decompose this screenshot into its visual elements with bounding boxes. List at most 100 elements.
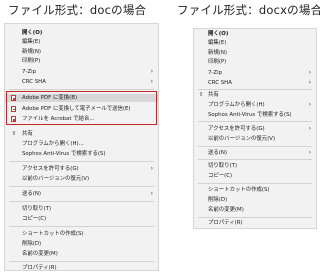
menu-item-edit[interactable]: 編集(E) [194, 39, 316, 47]
menu-item-open[interactable]: 開く(O) [194, 30, 316, 38]
menu-item-label: 編集(E) [22, 39, 41, 45]
menu-item-print[interactable]: 印刷(P) [5, 57, 158, 65]
menu-item-new[interactable]: 新規(N) [5, 48, 158, 56]
menu-item-label: プロパティ(R) [208, 220, 243, 226]
menu-separator [198, 158, 312, 160]
menu-item-label: 開く(O) [22, 30, 43, 36]
menu-item-give-access[interactable]: アクセスを許可する(G) › [194, 125, 316, 133]
chevron-right-icon: › [308, 79, 311, 86]
menu-item-new[interactable]: 新規(N) [194, 49, 316, 57]
menu-item-label: 名前の変更(M) [208, 207, 244, 213]
menu-item-copy[interactable]: コピー(C) [194, 172, 316, 180]
menu-item-label: 以前のバージョンの復元(V) [22, 176, 90, 182]
menu-item-label: 新規(N) [208, 49, 228, 56]
chevron-right-icon: › [150, 77, 153, 85]
menu-item-print[interactable]: 印刷(P) [194, 58, 316, 66]
menu-item-edit[interactable]: 編集(E) [5, 38, 158, 46]
chevron-right-icon: › [308, 148, 311, 156]
menu-item-rename[interactable]: 名前の変更(M) [194, 206, 316, 214]
menu-item-share[interactable]: ⇧ 共有 [194, 91, 316, 99]
chevron-right-icon: › [150, 67, 153, 75]
menu-item-combine-acrobat[interactable]: ファイルを Acrobat で結合... [5, 115, 158, 123]
menu-item-label: アクセスを許可する(G) [22, 166, 79, 172]
menu-item-label: 送る(N) [208, 149, 228, 156]
menu-item-label: 削除(D) [208, 197, 228, 203]
pdf-icon [11, 105, 16, 112]
menu-item-label: 7-Zip [22, 68, 36, 75]
menu-item-create-shortcut[interactable]: ショートカットの作成(S) [5, 230, 158, 238]
share-icon: ⇧ [11, 131, 17, 137]
chevron-right-icon: › [150, 165, 153, 172]
menu-item-crc-sha[interactable]: CRC SHA › [194, 79, 316, 87]
chevron-right-icon: › [308, 100, 311, 108]
menu-item-label: 以前のバージョンの復元(V) [208, 136, 276, 142]
menu-item-label: コピー(C) [208, 173, 233, 179]
menu-item-properties[interactable]: プロパティ(R) [5, 264, 158, 272]
menu-item-label: 印刷(P) [208, 58, 227, 65]
menu-item-label: 開く(O) [208, 31, 229, 37]
menu-item-crc-sha[interactable]: CRC SHA › [5, 78, 158, 86]
menu-item-properties[interactable]: プロパティ(R) [194, 219, 316, 227]
menu-item-label: 共有 [208, 91, 219, 98]
menu-item-copy[interactable]: コピー(C) [5, 215, 158, 223]
menu-item-send-to[interactable]: 送る(N) › [5, 190, 158, 198]
menu-item-open-with[interactable]: プログラムから開く(H)... [5, 140, 158, 148]
menu-item-delete[interactable]: 削除(D) [5, 240, 158, 248]
menu-item-sophos-scan[interactable]: Sophos Anti-Virus で検索する(S) [5, 150, 158, 158]
menu-item-7zip[interactable]: 7-Zip › [194, 69, 316, 77]
menu-separator [9, 161, 154, 162]
menu-separator [198, 182, 312, 184]
menu-item-label: 削除(D) [22, 241, 42, 247]
menu-item-delete[interactable]: 削除(D) [194, 196, 316, 204]
menu-separator [198, 145, 312, 147]
menu-separator [198, 216, 312, 218]
menu-item-7zip[interactable]: 7-Zip › [5, 68, 158, 76]
title-doc-case: ファイル形式：docの場合 [8, 3, 147, 17]
menu-item-rename[interactable]: 名前の変更(M) [5, 250, 158, 258]
menu-separator [9, 89, 154, 90]
menu-item-create-shortcut[interactable]: ショートカットの作成(S) [194, 186, 316, 194]
menu-item-label: プロパティ(R) [22, 264, 57, 271]
menu-item-label: プログラムから開く(H) [208, 101, 265, 108]
menu-item-sophos-scan[interactable]: Sophos Anti-Virus で検索する(S) [194, 111, 316, 119]
pdf-icon [11, 95, 16, 101]
menu-item-label: 送る(N) [22, 191, 42, 197]
context-menu-doc: 開く(O) 編集(E) 新規(N) 印刷(P) 7-Zip › CRC SHA … [4, 23, 159, 271]
menu-item-label: 編集(E) [208, 40, 227, 46]
menu-item-open[interactable]: 開く(O) [5, 29, 158, 37]
menu-item-label: アクセスを許可する(G) [208, 126, 265, 132]
menu-item-convert-pdf-email[interactable]: Adobe PDF に変換して電子メールで送信(E) [5, 105, 158, 113]
menu-item-label: 共有 [22, 131, 33, 137]
menu-item-label: 切り取り(T) [208, 163, 238, 169]
menu-separator [9, 201, 154, 202]
menu-item-label: 切り取り(T) [22, 206, 52, 212]
menu-item-send-to[interactable]: 送る(N) › [194, 149, 316, 157]
menu-item-label: CRC SHA [208, 80, 232, 86]
menu-item-label: ショートカットの作成(S) [22, 231, 84, 237]
menu-separator [198, 120, 312, 122]
menu-item-label: CRC SHA [22, 78, 46, 85]
menu-item-give-access[interactable]: アクセスを許可する(G) › [5, 165, 158, 173]
menu-item-cut[interactable]: 切り取り(T) [194, 162, 316, 170]
menu-item-label: 7-Zip [208, 70, 222, 76]
menu-item-restore-versions[interactable]: 以前のバージョンの復元(V) [194, 135, 316, 143]
menu-item-label: 名前の変更(M) [22, 251, 58, 257]
menu-item-share[interactable]: ⇧ 共有 [5, 130, 158, 138]
menu-separator [9, 261, 154, 262]
menu-item-label: Adobe PDF に変換して電子メールで送信(E) [22, 105, 131, 112]
context-menu-docx: 開く(O) 編集(E) 新規(N) 印刷(P) 7-Zip › CRC SHA … [193, 28, 317, 229]
menu-item-label: ファイルを Acrobat で結合... [22, 116, 95, 122]
menu-item-label: Adobe PDF に変換(B) [22, 95, 78, 101]
menu-item-open-with[interactable]: プログラムから開く(H) › [194, 101, 316, 109]
menu-item-label: ショートカットの作成(S) [208, 186, 270, 193]
chevron-right-icon: › [308, 69, 311, 76]
share-icon: ⇧ [198, 91, 204, 98]
pdf-icon [11, 116, 16, 122]
menu-item-cut[interactable]: 切り取り(T) [5, 205, 158, 213]
menu-item-convert-to-pdf[interactable]: Adobe PDF に変換(B) [5, 94, 158, 102]
menu-item-label: Sophos Anti-Virus で検索する(S) [208, 111, 292, 118]
menu-item-restore-versions[interactable]: 以前のバージョンの復元(V) [5, 175, 158, 183]
menu-separator [9, 186, 154, 187]
menu-separator [9, 226, 154, 227]
title-docx-case: ファイル形式：docxの場合 [177, 3, 320, 17]
